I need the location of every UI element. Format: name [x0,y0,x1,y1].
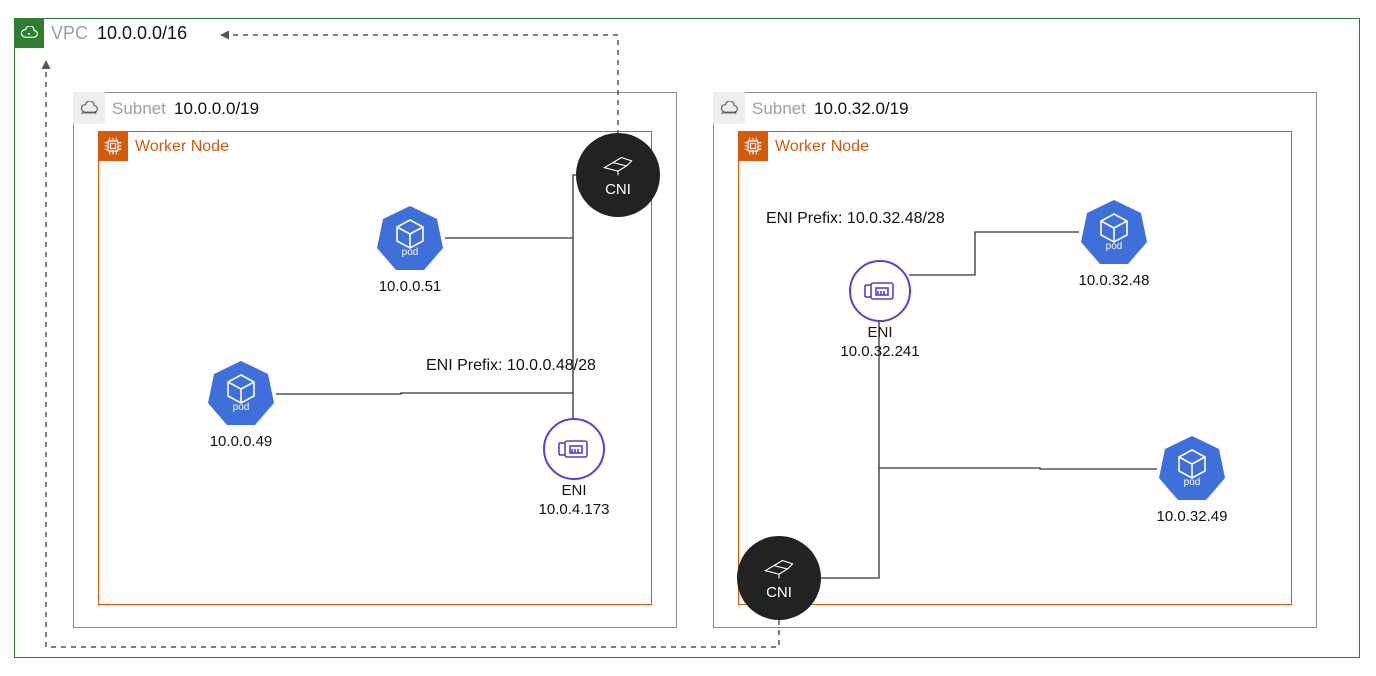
vpc-label: VPC [51,23,88,44]
pod-label: pod [1157,477,1227,488]
subnet-cidr: 10.0.0.0/19 [174,99,259,119]
worker-node-icon [738,131,768,161]
vpc-icon [14,18,44,48]
pod-ip: 10.0.32.48 [1075,272,1153,289]
vpc-group: VPC 10.0.0.0/16 Subnet 10.0.0.0/19 [14,18,1360,658]
vpc-cidr: 10.0.0.0/16 [97,23,187,44]
subnet-cidr: 10.0.32.0/19 [814,99,909,119]
pod-icon: pod [206,358,276,428]
pod-label: pod [1079,241,1149,252]
eni-ip: 10.0.32.241 [840,343,919,360]
worker-node-label: Worker Node [775,138,869,156]
subnet-icon [713,92,745,124]
subnet-icon [73,92,105,124]
eni-prefix-label: ENI Prefix: [426,357,502,374]
eni-icon [543,418,605,480]
pod-ip: 10.0.32.49 [1153,508,1231,525]
cni-badge-right: CNI [737,536,821,620]
pod-icon: pod [1079,197,1149,267]
eni-ip: 10.0.4.173 [539,501,610,518]
eni-name: ENI [867,324,892,341]
eni-prefix: 10.0.0.48/28 [507,357,596,374]
worker-node-icon [98,131,128,161]
cni-icon [762,556,796,582]
pod-icon: pod [1157,433,1227,503]
pod-ip: 10.0.0.49 [209,433,273,450]
subnet-label: Subnet [112,99,166,119]
pod-label: pod [206,402,276,413]
pod-icon: pod [375,203,445,273]
cni-label: CNI [766,584,792,601]
eni-prefix-label: ENI Prefix: [766,210,842,227]
eni-prefix: 10.0.32.48/28 [847,210,945,227]
cni-label: CNI [605,181,631,198]
worker-node-right: Worker Node [738,131,1292,605]
cni-badge-left: CNI [576,133,660,217]
cni-icon [601,153,635,179]
pod-ip: 10.0.0.51 [378,278,442,295]
pod-label: pod [375,247,445,258]
subnet-label: Subnet [752,99,806,119]
eni-icon [849,260,911,322]
eni-name: ENI [561,482,586,499]
worker-node-label: Worker Node [135,138,229,156]
